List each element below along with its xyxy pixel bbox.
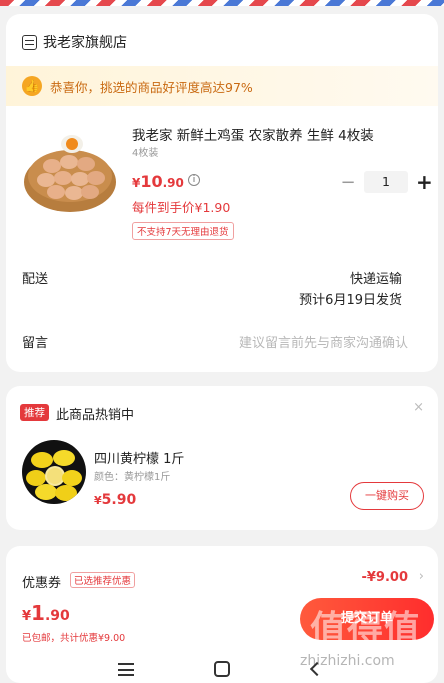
recommend-product-name[interactable]: 四川黄柠檬 1斤 <box>94 448 184 467</box>
one-click-buy-button[interactable]: 一键购买 <box>350 482 424 510</box>
airmail-border <box>0 0 444 6</box>
menu-icon[interactable] <box>118 663 134 676</box>
system-navbar <box>0 655 444 683</box>
price-int: 10 <box>140 172 163 191</box>
promo-banner: 👍 恭喜你，挑选的商品好评度高达97% <box>6 66 438 106</box>
thumbs-up-icon: 👍 <box>22 76 42 96</box>
coupon-label: 优惠券 <box>22 576 62 591</box>
recommend-product-color: 颜色：黄柠檬1斤 <box>94 472 171 483</box>
total-dec: .90 <box>44 608 70 624</box>
store-icon <box>22 34 37 50</box>
delivery-label: 配送 <box>22 272 49 287</box>
coupon-tag: 已选推荐优惠 <box>70 572 136 588</box>
total-symbol: ¥ <box>22 609 32 624</box>
recommend-price: ¥5.90 <box>94 492 136 508</box>
hand-price: 每件到手价¥1.90 <box>132 200 231 215</box>
recommend-price-value: 5.90 <box>101 492 137 508</box>
lemon-image[interactable] <box>22 440 86 504</box>
product-image[interactable] <box>22 126 118 218</box>
coupon-value[interactable]: -¥9.00 <box>361 570 408 585</box>
delivery-estimate: 预计6月19日发货 <box>299 293 402 308</box>
qty-minus-button[interactable]: − <box>340 172 356 193</box>
chevron-right-icon[interactable]: › <box>419 569 424 584</box>
recommend-title: 此商品热销中 <box>56 408 135 423</box>
quantity-stepper: − 1 + <box>340 170 432 194</box>
watermark-logo: 值得值 <box>310 609 422 650</box>
store-header[interactable]: 我老家旗舰店 <box>22 32 127 52</box>
home-icon[interactable] <box>214 661 230 677</box>
info-icon[interactable]: i <box>188 174 200 186</box>
total-int: 1 <box>31 601 45 625</box>
close-icon[interactable]: × <box>413 400 424 415</box>
store-card: 我老家旗舰店 👍 恭喜你，挑选的商品好评度高达97% 我老家 新鲜土鸡蛋 农家散… <box>6 14 438 372</box>
no-return-badge: 不支持7天无理由退货 <box>132 222 234 240</box>
note-input[interactable]: 建议留言前先与商家沟通确认 <box>239 332 408 351</box>
product-spec: 4枚装 <box>132 148 159 159</box>
product-title[interactable]: 我老家 新鲜土鸡蛋 农家散养 生鲜 4枚装 <box>132 124 374 144</box>
total-subtext: 已包邮，共计优惠¥9.00 <box>22 633 126 644</box>
back-icon[interactable] <box>309 661 325 677</box>
promo-text: 恭喜你，挑选的商品好评度高达97% <box>50 79 253 95</box>
qty-input[interactable]: 1 <box>364 171 408 193</box>
note-label: 留言 <box>22 336 49 351</box>
order-total: ¥1.90 <box>22 601 70 625</box>
recommend-tag: 推荐 <box>20 404 49 421</box>
recommend-price-symbol: ¥ <box>94 494 102 507</box>
delivery-method[interactable]: 快递运输 <box>350 268 402 287</box>
store-name: 我老家旗舰店 <box>43 35 127 51</box>
product-price: ¥10.90 <box>132 172 184 191</box>
recommend-card: 推荐 此商品热销中 × 四川黄柠檬 1斤 颜色：黄柠檬1斤 ¥5.90 一键购买 <box>6 386 438 530</box>
price-dec: .90 <box>162 176 184 190</box>
qty-plus-button[interactable]: + <box>416 170 433 194</box>
